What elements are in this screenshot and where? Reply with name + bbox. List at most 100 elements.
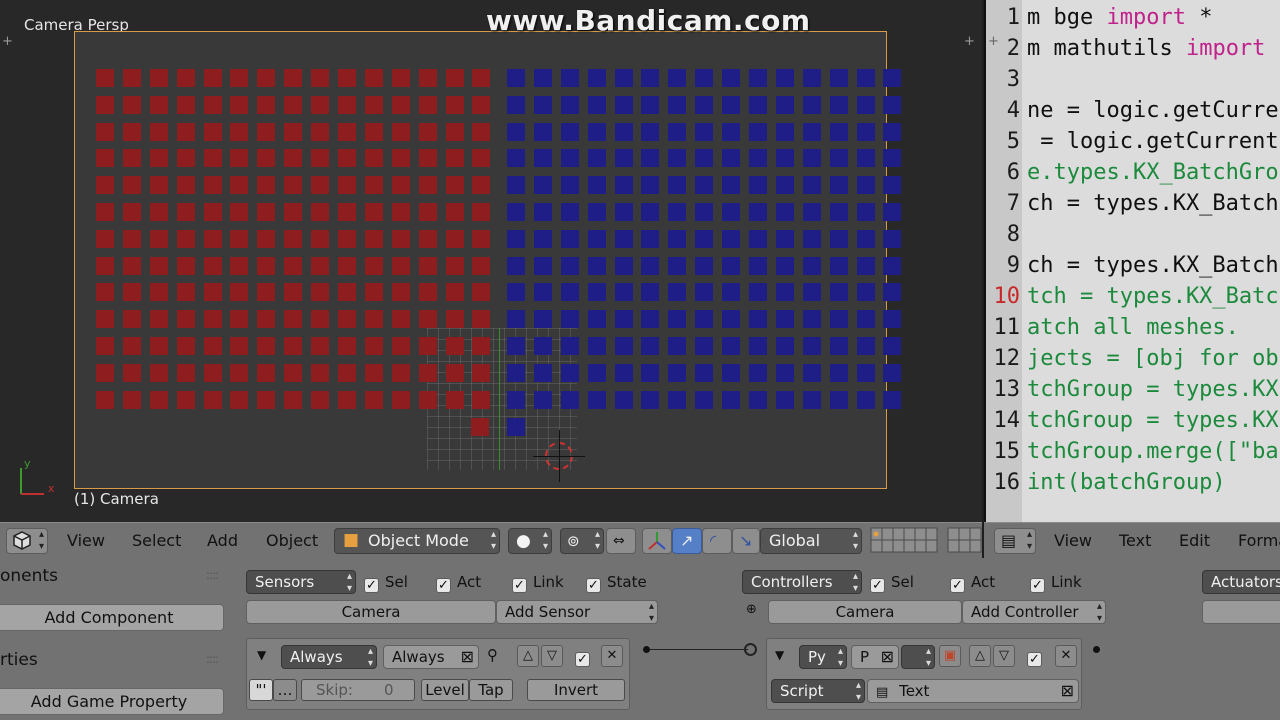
blue-cube[interactable] [507, 418, 525, 436]
menu-format[interactable]: Forma [1238, 531, 1280, 550]
red-cube[interactable] [176, 256, 195, 275]
red-cube[interactable] [122, 229, 141, 248]
red-cube[interactable] [445, 176, 464, 195]
blue-cube[interactable] [560, 256, 579, 275]
blue-cube[interactable] [829, 149, 848, 168]
red-cube[interactable] [311, 69, 330, 87]
drag-handle-icon[interactable]: :::: [206, 652, 219, 666]
blue-cube[interactable] [668, 122, 687, 141]
blue-cube[interactable] [802, 95, 821, 114]
red-cube[interactable] [122, 202, 141, 221]
red-cube[interactable] [471, 418, 489, 436]
sensor-output-socket[interactable] [643, 646, 650, 653]
skip-field[interactable]: Skip: 0 [301, 679, 415, 701]
blue-cube[interactable] [695, 363, 714, 382]
red-cube[interactable] [96, 122, 114, 141]
controller-input-socket[interactable] [744, 643, 757, 656]
blue-cube[interactable] [641, 69, 660, 87]
blue-cube[interactable] [560, 149, 579, 168]
red-cube[interactable] [176, 336, 195, 355]
red-cube[interactable] [445, 390, 464, 409]
blue-cube[interactable] [614, 202, 633, 221]
red-cube[interactable] [338, 176, 357, 195]
blue-cube[interactable] [507, 256, 525, 275]
blue-cube[interactable] [722, 363, 741, 382]
controller-output-socket[interactable] [1093, 646, 1100, 653]
red-cube[interactable] [203, 122, 222, 141]
code-line[interactable]: 15 tchGroup.merge(["ba [986, 436, 1280, 467]
red-cube[interactable] [96, 149, 114, 168]
red-cube[interactable] [445, 229, 464, 248]
blue-cube[interactable] [829, 256, 848, 275]
red-cube[interactable] [149, 336, 168, 355]
tap-button[interactable]: Tap [469, 679, 513, 701]
blue-cube[interactable] [722, 122, 741, 141]
red-cube[interactable] [257, 149, 276, 168]
red-cube[interactable] [364, 229, 383, 248]
blue-cube[interactable] [533, 122, 552, 141]
mode-selector[interactable]: ■ Object Mode ▴ ▾ [334, 528, 500, 554]
blue-cube[interactable] [695, 95, 714, 114]
blue-cube[interactable] [883, 310, 902, 329]
blue-cube[interactable] [775, 122, 794, 141]
red-cube[interactable] [418, 256, 437, 275]
blue-cube[interactable] [802, 283, 821, 302]
blue-cube[interactable] [722, 256, 741, 275]
red-cube[interactable] [149, 229, 168, 248]
sensors-dropdown[interactable]: Sensors ▴ ▾ [246, 570, 356, 594]
scale-manipulator[interactable]: ↘ [732, 528, 760, 554]
blue-cube[interactable] [587, 202, 606, 221]
red-cube[interactable] [149, 202, 168, 221]
blue-cube[interactable] [775, 202, 794, 221]
blue-cube[interactable] [507, 336, 525, 355]
red-cube[interactable] [472, 336, 491, 355]
code-line[interactable]: 11 atch all meshes. [986, 312, 1280, 343]
blue-cube[interactable] [533, 176, 552, 195]
controllers-link-checkbox[interactable]: ✓ Link [1030, 572, 1082, 593]
red-cube[interactable] [203, 229, 222, 248]
red-cube[interactable] [391, 176, 410, 195]
menu-text[interactable]: Text [1119, 531, 1151, 550]
blue-cube[interactable] [802, 310, 821, 329]
blue-cube[interactable] [533, 310, 552, 329]
blue-cube[interactable] [668, 283, 687, 302]
red-cube[interactable] [391, 310, 410, 329]
level-button[interactable]: Level [421, 679, 469, 701]
blue-cube[interactable] [883, 363, 902, 382]
blue-cube[interactable] [775, 310, 794, 329]
blue-cube[interactable] [560, 283, 579, 302]
red-cube[interactable] [338, 256, 357, 275]
red-cube[interactable] [122, 363, 141, 382]
sensors-link-checkbox[interactable]: ✓ Link [512, 572, 564, 593]
blue-cube[interactable] [856, 95, 875, 114]
red-cube[interactable] [203, 310, 222, 329]
script-text-field[interactable]: ▤ Text ⊠ [867, 679, 1079, 703]
blue-cube[interactable] [614, 149, 633, 168]
red-cube[interactable] [257, 256, 276, 275]
blue-cube[interactable] [722, 95, 741, 114]
area-split-icon[interactable]: + [2, 34, 13, 49]
add-controller-button[interactable]: Add Controller ▴ ▾ [962, 600, 1106, 624]
blue-cube[interactable] [883, 122, 902, 141]
red-cube[interactable] [418, 390, 437, 409]
red-cube[interactable] [391, 390, 410, 409]
red-cube[interactable] [284, 363, 303, 382]
blue-cube[interactable] [641, 336, 660, 355]
red-cube[interactable] [364, 176, 383, 195]
blue-cube[interactable] [587, 336, 606, 355]
blue-cube[interactable] [560, 95, 579, 114]
clear-x-icon[interactable]: ⊠ [461, 646, 474, 668]
blue-cube[interactable] [533, 336, 552, 355]
red-cube[interactable] [418, 176, 437, 195]
blue-cube[interactable] [775, 229, 794, 248]
blue-cube[interactable] [749, 69, 768, 87]
blue-cube[interactable] [587, 229, 606, 248]
red-cube[interactable] [311, 256, 330, 275]
red-cube[interactable] [338, 283, 357, 302]
text-editor[interactable]: + 1m bge import * 2 m mathutils import 3 4 ne… [984, 0, 1280, 522]
red-cube[interactable] [176, 122, 195, 141]
blue-cube[interactable] [695, 202, 714, 221]
blue-cube[interactable] [829, 202, 848, 221]
red-cube[interactable] [338, 149, 357, 168]
transform-orientation-selector[interactable]: Global ▴ ▾ [760, 528, 862, 554]
